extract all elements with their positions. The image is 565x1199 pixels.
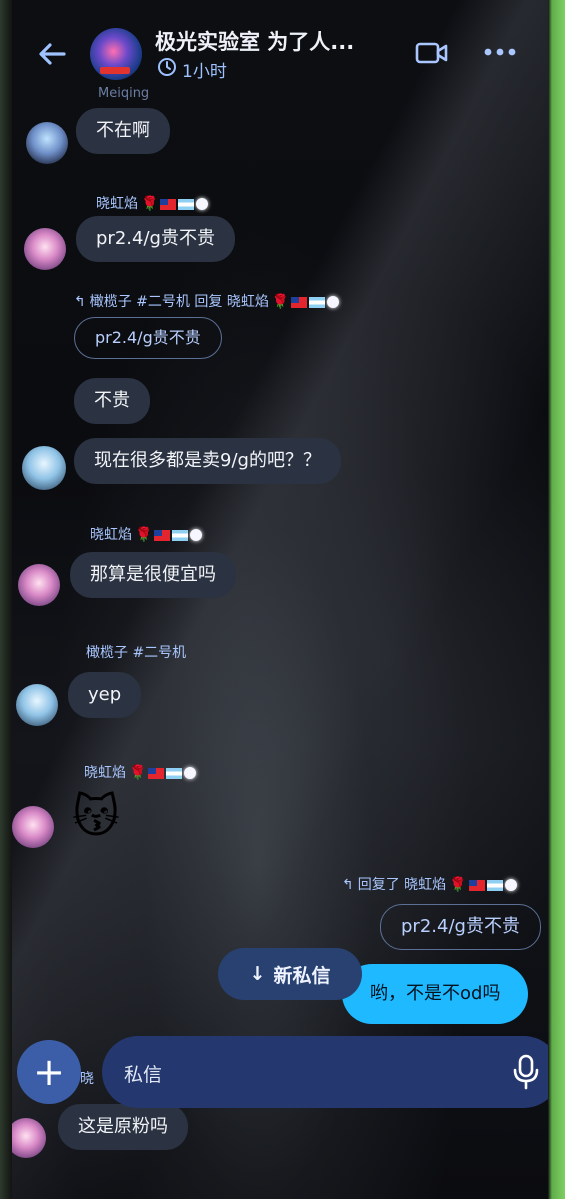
avatar[interactable] xyxy=(12,806,54,848)
reply-line-text: 回复了 晓虹焰 xyxy=(357,877,447,893)
sender-name-text: 晓虹焰 xyxy=(84,765,126,781)
video-camera-icon[interactable] xyxy=(414,38,450,68)
avatar[interactable] xyxy=(24,228,66,270)
sender-name: 橄榄子 #二号机 xyxy=(86,645,187,661)
emoji-flags: 🌹 xyxy=(141,196,210,212)
quoted-message[interactable]: pr2.4/g贵不贵 xyxy=(74,317,222,359)
more-horizontal-icon[interactable] xyxy=(482,40,518,64)
sender-name-text: 晓虹焰 xyxy=(96,196,138,212)
reply-header: ↰ 橄榄子 #二号机 回复 晓虹焰 🌹 xyxy=(74,291,341,311)
microphone-icon[interactable] xyxy=(507,1052,545,1092)
message-bubble[interactable]: 那算是很便宜吗 xyxy=(70,552,236,598)
quoted-message[interactable]: pr2.4/g贵不贵 xyxy=(380,904,541,950)
my-message-bubble[interactable]: 哟，不是不od吗 xyxy=(342,964,529,1024)
message-bubble[interactable]: yep xyxy=(68,672,142,718)
sender-name: 晓虹焰 🌹 xyxy=(96,193,210,213)
avatar[interactable] xyxy=(18,564,60,606)
sender-name: 晓虹焰 🌹 xyxy=(90,524,204,544)
cat-sticker[interactable]: 😽 xyxy=(72,788,120,844)
sender-name: 晓虹焰 🌹 xyxy=(84,762,198,782)
message-input-placeholder[interactable]: 私信 xyxy=(124,1060,162,1087)
avatar[interactable] xyxy=(26,122,68,164)
message-bubble[interactable]: pr2.4/g贵不贵 xyxy=(76,216,235,262)
avatar[interactable] xyxy=(16,684,58,726)
plus-icon[interactable]: + xyxy=(17,1040,81,1104)
clock-icon xyxy=(156,56,178,78)
chat-screen: 极光实验室 为了人... 1小时 Meiqing 不在啊 晓虹焰 🌹 pr2.4/… xyxy=(12,0,548,1199)
avatar[interactable] xyxy=(12,1118,46,1158)
emoji-flags: 🌹 xyxy=(129,765,198,781)
sender-name-text: 晓虹焰 xyxy=(90,527,132,543)
group-avatar[interactable] xyxy=(90,28,142,80)
phone-frame: 极光实验室 为了人... 1小时 Meiqing 不在啊 晓虹焰 🌹 pr2.4/… xyxy=(0,0,565,1199)
message-bubble[interactable]: 不贵 xyxy=(74,378,150,424)
chat-title[interactable]: 极光实验室 为了人... xyxy=(155,26,380,56)
avatar[interactable] xyxy=(22,446,66,490)
emoji-flags: 🌹 xyxy=(449,877,518,893)
sender-name: 晓 xyxy=(80,1071,94,1087)
emoji-flags: 🌹 xyxy=(135,527,204,543)
message-bubble[interactable]: 不在啊 xyxy=(76,108,170,154)
new-messages-button[interactable]: ↓ 新私信 xyxy=(218,948,362,1000)
sender-name: Meiqing xyxy=(98,86,150,101)
arrow-down-icon: ↓ xyxy=(249,963,266,985)
last-active-time: 1小时 xyxy=(182,62,227,82)
message-bubble[interactable]: 这是原粉吗 xyxy=(58,1104,188,1150)
message-input[interactable] xyxy=(102,1036,548,1108)
reply-header: ↰ 回复了 晓虹焰 🌹 xyxy=(342,874,519,894)
reply-line-text: 橄榄子 #二号机 回复 晓虹焰 xyxy=(89,294,269,310)
emoji-flags: 🌹 xyxy=(272,294,341,310)
back-arrow-icon[interactable] xyxy=(34,36,70,72)
new-messages-label: 新私信 xyxy=(273,964,331,987)
message-bubble[interactable]: 现在很多都是卖9/g的吧？？ xyxy=(74,438,341,484)
